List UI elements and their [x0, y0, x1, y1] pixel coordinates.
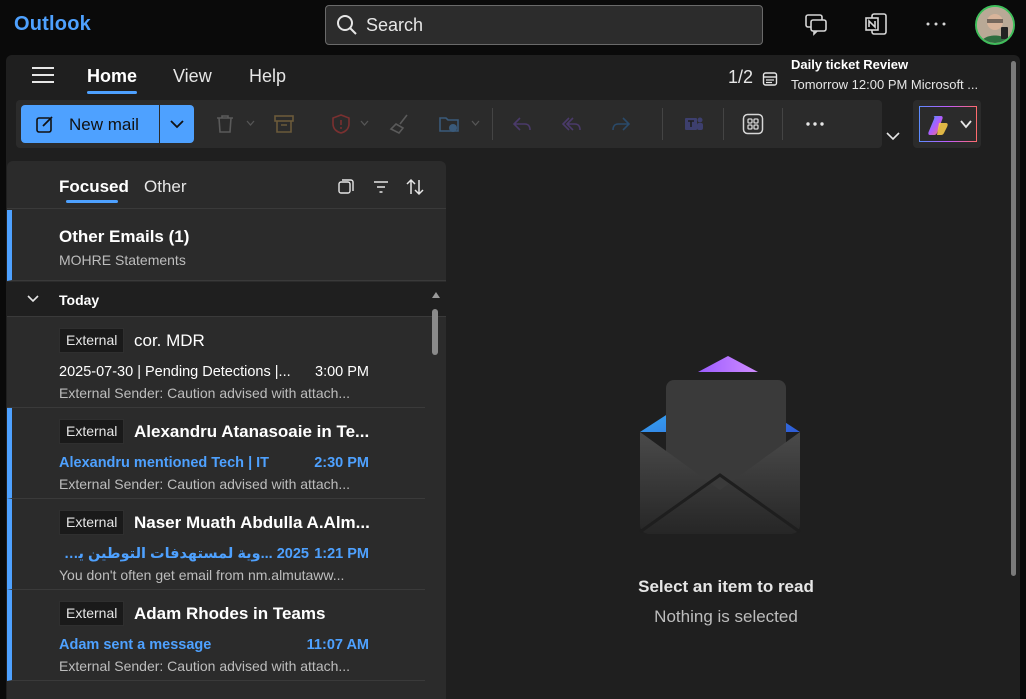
open-envelope-illustration-icon — [639, 356, 801, 534]
reminder-detail: Tomorrow 12:00 PM Microsoft ... — [791, 77, 979, 92]
chevron-down-icon[interactable] — [471, 120, 480, 126]
message-time: 11:07 AM — [306, 637, 369, 653]
scroll-up-arrow-icon[interactable] — [432, 292, 440, 298]
upcoming-event-reminder[interactable]: Daily ticket Review Tomorrow 12:00 PM Mi… — [791, 57, 1006, 92]
tab-help[interactable]: Help — [249, 66, 286, 87]
message-subject: Alexandru mentioned Tech | IT — [59, 455, 270, 471]
reminder-pager[interactable]: 1/2 — [728, 67, 753, 88]
chevron-down-icon — [960, 120, 972, 129]
reply-all-icon[interactable] — [561, 113, 583, 135]
top-bar: Outlook Search — [0, 0, 1026, 52]
filter-icon[interactable] — [372, 178, 390, 196]
tab-view[interactable]: View — [173, 66, 212, 87]
copilot-icon — [928, 116, 948, 135]
compose-icon — [36, 116, 53, 133]
app-frame: Home View Help 1/2 Daily ticket Review T… — [6, 55, 1020, 699]
ribbon-divider — [662, 108, 663, 140]
other-emails-summary[interactable]: Other Emails (1) MOHRE Statements — [7, 210, 446, 281]
active-tab-indicator — [87, 91, 137, 94]
message-time: 2:30 PM — [314, 455, 369, 471]
message-row[interactable]: External Alexandru Atanasoaie in Te... A… — [7, 408, 425, 499]
calendar-icon[interactable] — [762, 71, 778, 87]
other-emails-title: Other Emails (1) — [59, 227, 190, 246]
chevron-down-icon[interactable] — [360, 120, 369, 126]
active-pivot-indicator — [66, 200, 118, 203]
reminder-title: Daily ticket Review — [791, 57, 909, 72]
copilot-panel — [913, 100, 981, 148]
pivot-other[interactable]: Other — [144, 177, 187, 197]
message-list-scrollbar[interactable] — [432, 309, 438, 355]
search-placeholder: Search — [366, 15, 424, 35]
message-subject: Adam sent a message — [59, 637, 212, 653]
avatar-photo-icon — [977, 7, 1013, 43]
reading-pane-subtitle: Nothing is selected — [654, 607, 798, 626]
group-label: Today — [59, 292, 100, 308]
reading-pane-title: Select an item to read — [638, 577, 814, 596]
message-subject: 2025 ...وية لمستهدفات التوطين يوليو — [59, 546, 309, 562]
move-to-folder-icon[interactable] — [438, 113, 460, 135]
message-time: 3:00 PM — [315, 364, 369, 380]
message-sender: Naser Muath Abdulla A.Alm... — [134, 513, 370, 532]
new-mail-label: New mail — [69, 115, 139, 134]
apps-grid-icon[interactable] — [742, 113, 764, 135]
hamburger-menu-icon[interactable] — [32, 67, 54, 85]
teams-icon[interactable] — [683, 113, 705, 135]
ribbon-divider — [492, 108, 493, 140]
message-sender: Alexandru Atanasoaie in Te... — [134, 422, 370, 441]
chevron-down-icon — [170, 120, 184, 129]
chevron-down-icon[interactable] — [246, 120, 255, 126]
more-options-icon[interactable] — [924, 12, 948, 36]
onenote-icon[interactable] — [864, 12, 888, 36]
message-preview: External Sender: Caution advised with at… — [59, 658, 351, 674]
external-badge: External — [59, 419, 125, 444]
external-badge: External — [59, 328, 125, 353]
sweep-broom-icon[interactable] — [389, 113, 411, 135]
message-sender: cor. MDR — [134, 331, 205, 350]
sort-icon[interactable] — [406, 178, 424, 196]
chevron-down-icon — [27, 295, 39, 303]
more-actions-icon[interactable] — [804, 113, 826, 135]
group-header-today[interactable]: Today — [7, 282, 446, 317]
message-subject: 2025-07-30 | Pending Detections |... — [59, 364, 291, 380]
ribbon-divider — [782, 108, 783, 140]
reply-icon[interactable] — [511, 113, 533, 135]
new-mail-button[interactable]: New mail — [21, 105, 159, 143]
forward-icon[interactable] — [610, 113, 632, 135]
copilot-button[interactable] — [919, 106, 977, 142]
archive-icon[interactable] — [273, 113, 295, 135]
nav-row: Home View Help 1/2 Daily ticket Review T… — [6, 55, 1020, 99]
message-preview: External Sender: Caution advised with at… — [59, 385, 351, 401]
collapse-ribbon-chevron-icon[interactable] — [886, 131, 900, 141]
app-brand[interactable]: Outlook — [14, 13, 91, 36]
search-icon — [337, 15, 357, 35]
external-badge: External — [59, 510, 125, 535]
account-avatar[interactable] — [975, 5, 1015, 45]
tab-home[interactable]: Home — [87, 66, 137, 87]
feedback-chat-icon[interactable] — [804, 12, 828, 36]
window-scrollbar[interactable] — [1011, 61, 1016, 576]
message-row[interactable]: External Adam Rhodes in Teams Adam sent … — [7, 590, 425, 681]
ribbon-divider — [723, 108, 724, 140]
other-emails-subtitle: MOHRE Statements — [59, 252, 186, 268]
ribbon-toolbar: New mail — [16, 100, 882, 148]
message-row[interactable]: External cor. MDR 2025-07-30 | Pending D… — [7, 317, 425, 408]
message-time: 1:21 PM — [314, 546, 369, 562]
report-shield-icon[interactable] — [330, 113, 352, 135]
delete-icon[interactable] — [214, 113, 236, 135]
select-checkbox-icon[interactable] — [337, 178, 355, 196]
pivot-focused[interactable]: Focused — [59, 177, 129, 197]
new-mail-dropdown[interactable] — [160, 105, 194, 143]
message-preview: External Sender: Caution advised with at… — [59, 476, 351, 492]
message-list-header: Focused Other — [7, 161, 446, 209]
search-box[interactable]: Search — [325, 5, 763, 45]
